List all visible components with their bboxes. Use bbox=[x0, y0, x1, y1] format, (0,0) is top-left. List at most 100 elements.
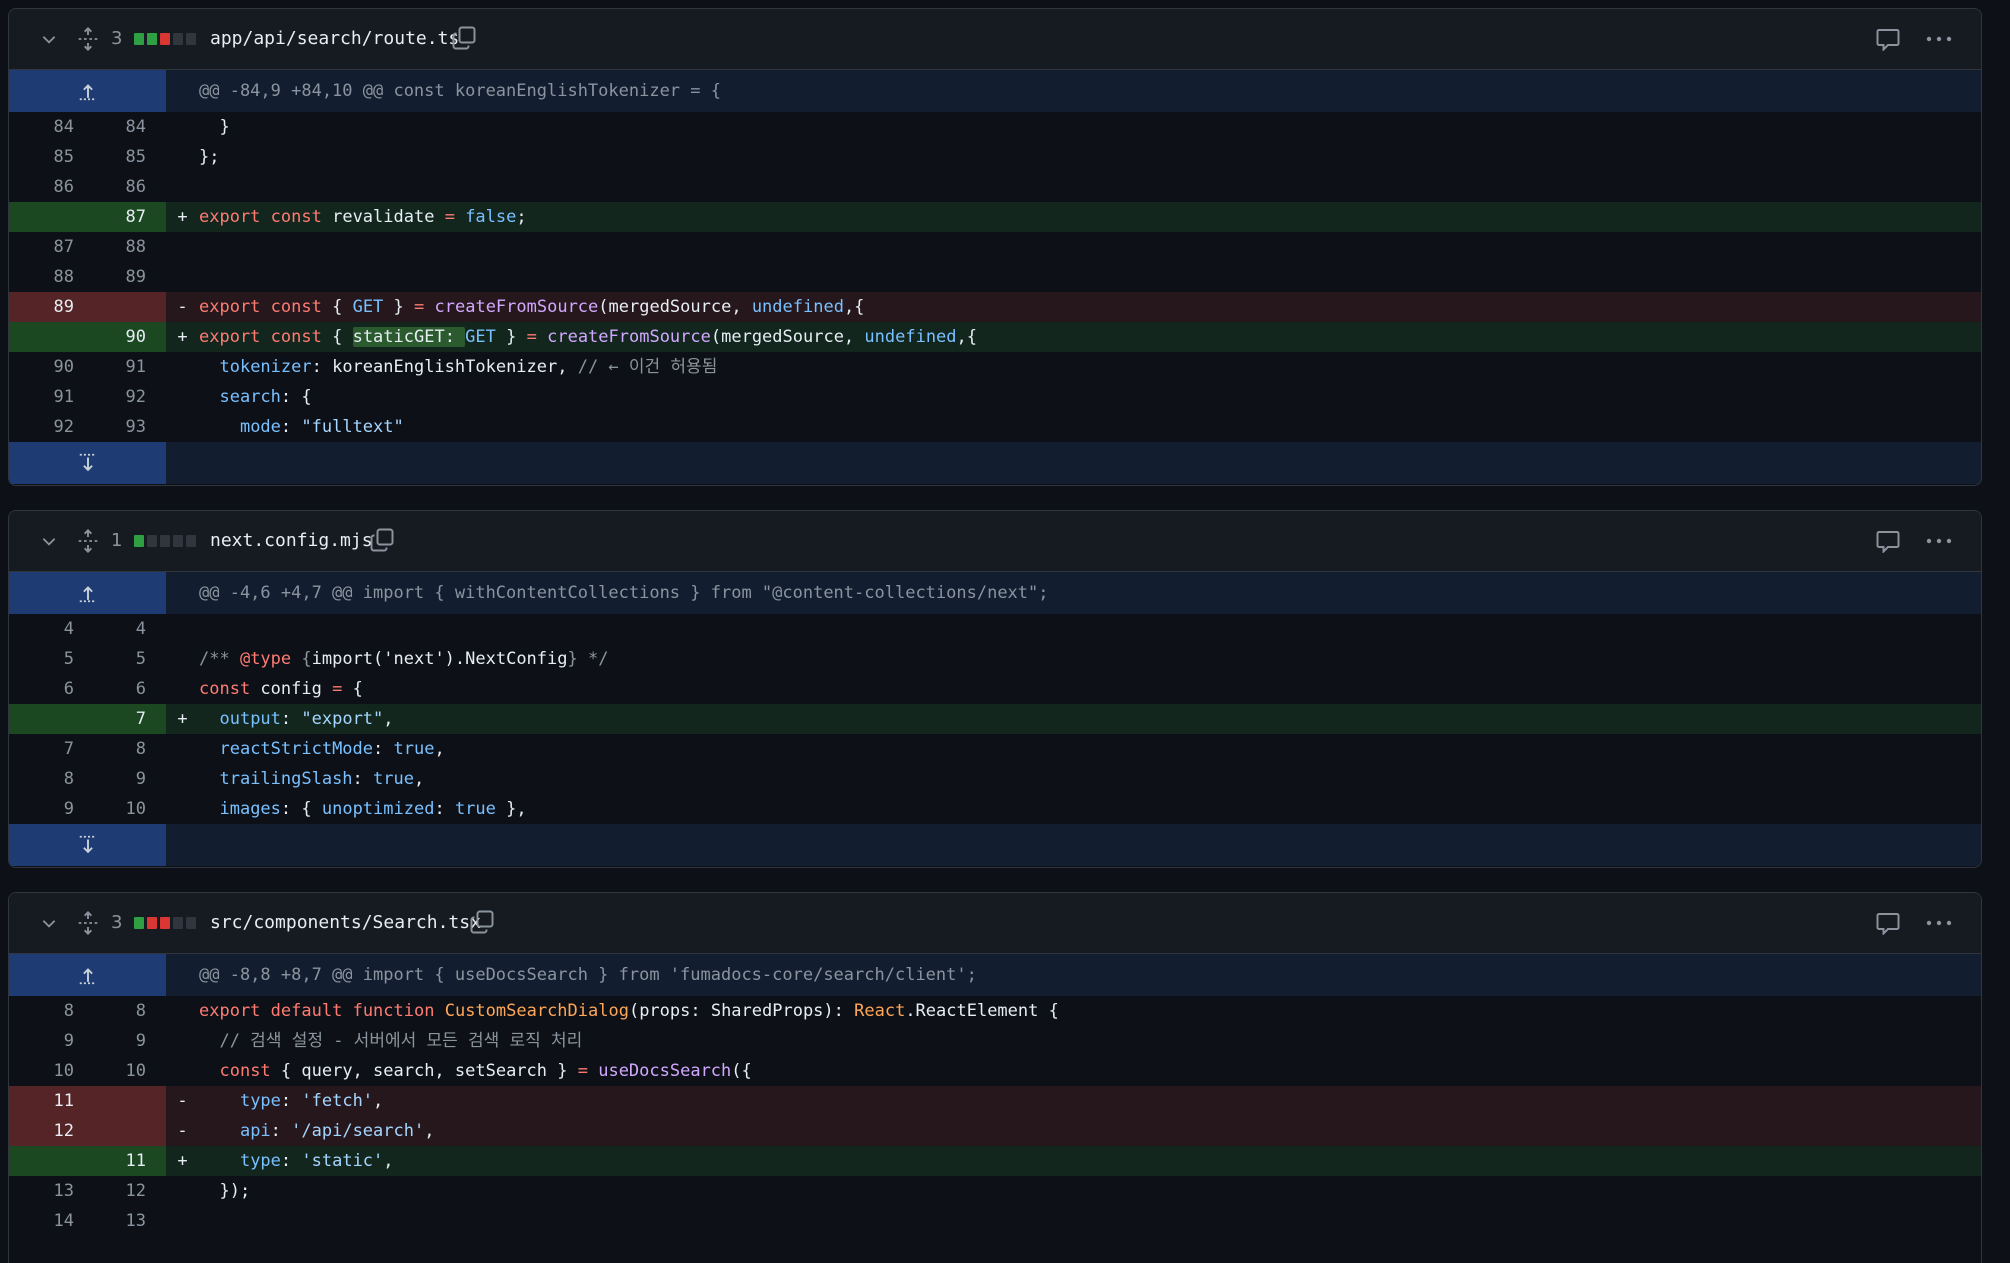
old-line-number[interactable]: 86 bbox=[9, 172, 88, 202]
unfold-icon[interactable] bbox=[73, 526, 103, 556]
diffstat bbox=[134, 33, 196, 45]
old-line-number[interactable]: 8 bbox=[9, 764, 88, 794]
old-line-number[interactable]: 9 bbox=[9, 1026, 88, 1056]
new-line-number[interactable]: 86 bbox=[88, 172, 166, 202]
old-line-number[interactable] bbox=[9, 322, 88, 352]
copy-icon[interactable] bbox=[449, 23, 479, 53]
old-line-number[interactable]: 4 bbox=[9, 614, 88, 644]
old-line-number[interactable]: 14 bbox=[9, 1206, 88, 1236]
old-line-number[interactable]: 85 bbox=[9, 142, 88, 172]
diff-line: 9 10 images: { unoptimized: true }, bbox=[9, 794, 1981, 824]
old-line-number[interactable]: 9 bbox=[9, 794, 88, 824]
new-line-number[interactable]: 87 bbox=[88, 202, 166, 232]
new-line-number[interactable]: 12 bbox=[88, 1176, 166, 1206]
comment-icon[interactable] bbox=[1873, 24, 1903, 54]
file-name[interactable]: app/api/search/route.ts bbox=[210, 25, 459, 53]
diff-marker: - bbox=[177, 1121, 188, 1141]
code-line: export const { staticGET: GET } = create… bbox=[199, 327, 978, 347]
unfold-icon[interactable] bbox=[73, 908, 103, 938]
code-line: search: { bbox=[219, 387, 312, 407]
code-line: type: 'static', bbox=[239, 1151, 394, 1171]
diff-line-removed: 89 - export const { GET } = createFromSour… bbox=[9, 292, 1981, 322]
expand-up-icon[interactable] bbox=[9, 572, 166, 614]
new-line-number[interactable]: 8 bbox=[88, 734, 166, 764]
old-line-number[interactable]: 89 bbox=[9, 292, 88, 322]
copy-icon[interactable] bbox=[367, 525, 397, 555]
old-line-number[interactable]: 10 bbox=[9, 1056, 88, 1086]
new-line-number[interactable]: 85 bbox=[88, 142, 166, 172]
new-line-number[interactable]: 11 bbox=[88, 1146, 166, 1176]
copy-icon[interactable] bbox=[467, 907, 497, 937]
diff-marker bbox=[166, 996, 199, 1026]
old-line-number[interactable]: 13 bbox=[9, 1176, 88, 1206]
diff-marker bbox=[166, 142, 199, 172]
new-line-number[interactable]: 4 bbox=[88, 614, 166, 644]
new-line-number[interactable]: 6 bbox=[88, 674, 166, 704]
kebab-horizontal-icon[interactable] bbox=[1921, 24, 1957, 54]
old-line-number[interactable]: 6 bbox=[9, 674, 88, 704]
new-line-number[interactable]: 10 bbox=[88, 1056, 166, 1086]
code-line: trailingSlash: true, bbox=[219, 769, 425, 789]
new-line-number[interactable]: 5 bbox=[88, 644, 166, 674]
file-name[interactable]: src/components/Search.tsx bbox=[210, 909, 481, 937]
new-line-number[interactable]: 84 bbox=[88, 112, 166, 142]
old-line-number[interactable]: 8 bbox=[9, 996, 88, 1026]
comment-icon[interactable] bbox=[1873, 908, 1903, 938]
old-line-number[interactable]: 11 bbox=[9, 1086, 88, 1116]
chevron-down-icon[interactable] bbox=[37, 529, 61, 553]
comment-icon[interactable] bbox=[1873, 526, 1903, 556]
old-line-number[interactable]: 7 bbox=[9, 734, 88, 764]
new-line-number[interactable]: 10 bbox=[88, 794, 166, 824]
new-line-number[interactable]: 8 bbox=[88, 996, 166, 1026]
old-line-number[interactable] bbox=[9, 704, 88, 734]
code-line: output: "export", bbox=[219, 709, 394, 729]
diff-line: 87 88 bbox=[9, 232, 1981, 262]
expand-down-icon[interactable] bbox=[9, 442, 166, 484]
code-line: export default function CustomSearchDial… bbox=[199, 1001, 1059, 1021]
chevron-down-icon[interactable] bbox=[37, 27, 61, 51]
diff-line-added: 7 + output: "export", bbox=[9, 704, 1981, 734]
new-line-number[interactable]: 92 bbox=[88, 382, 166, 412]
new-line-number[interactable]: 88 bbox=[88, 232, 166, 262]
new-line-number[interactable]: 13 bbox=[88, 1206, 166, 1236]
new-line-number[interactable]: 93 bbox=[88, 412, 166, 442]
diff-file: 3 src/components/Search.tsx @@ -8,8 +8,7… bbox=[8, 892, 1982, 1263]
old-line-number[interactable]: 87 bbox=[9, 232, 88, 262]
old-line-number[interactable]: 90 bbox=[9, 352, 88, 382]
old-line-number[interactable]: 12 bbox=[9, 1116, 88, 1146]
new-line-number[interactable]: 9 bbox=[88, 764, 166, 794]
new-line-number[interactable]: 89 bbox=[88, 262, 166, 292]
new-line-number[interactable] bbox=[88, 1086, 166, 1116]
expand-up-icon[interactable] bbox=[9, 70, 166, 112]
unfold-icon[interactable] bbox=[73, 24, 103, 54]
diff-line: 44 bbox=[9, 614, 1981, 644]
new-line-number[interactable] bbox=[88, 1116, 166, 1146]
diff-marker: - bbox=[177, 297, 188, 317]
diffstat-block bbox=[147, 33, 157, 45]
new-line-number[interactable]: 91 bbox=[88, 352, 166, 382]
expand-down-icon[interactable] bbox=[9, 824, 166, 866]
file-name[interactable]: next.config.mjs bbox=[210, 527, 373, 555]
diff-marker bbox=[166, 1026, 199, 1056]
expand-up-icon[interactable] bbox=[9, 954, 166, 996]
old-line-number[interactable]: 92 bbox=[9, 412, 88, 442]
diffstat-block bbox=[173, 917, 183, 929]
old-line-number[interactable]: 5 bbox=[9, 644, 88, 674]
chevron-down-icon[interactable] bbox=[37, 911, 61, 935]
old-line-number[interactable]: 91 bbox=[9, 382, 88, 412]
kebab-horizontal-icon[interactable] bbox=[1921, 526, 1957, 556]
old-line-number[interactable] bbox=[9, 202, 88, 232]
new-line-number[interactable]: 90 bbox=[88, 322, 166, 352]
hunk-header-text: @@ -4,6 +4,7 @@ import { withContentColl… bbox=[166, 572, 1981, 614]
new-line-number[interactable]: 9 bbox=[88, 1026, 166, 1056]
new-line-number[interactable] bbox=[88, 292, 166, 322]
new-line-number[interactable]: 7 bbox=[88, 704, 166, 734]
old-line-number[interactable]: 84 bbox=[9, 112, 88, 142]
kebab-horizontal-icon[interactable] bbox=[1921, 908, 1957, 938]
old-line-number[interactable] bbox=[9, 1146, 88, 1176]
diff-marker bbox=[166, 262, 199, 292]
diff-marker bbox=[166, 644, 199, 674]
old-line-number[interactable]: 88 bbox=[9, 262, 88, 292]
